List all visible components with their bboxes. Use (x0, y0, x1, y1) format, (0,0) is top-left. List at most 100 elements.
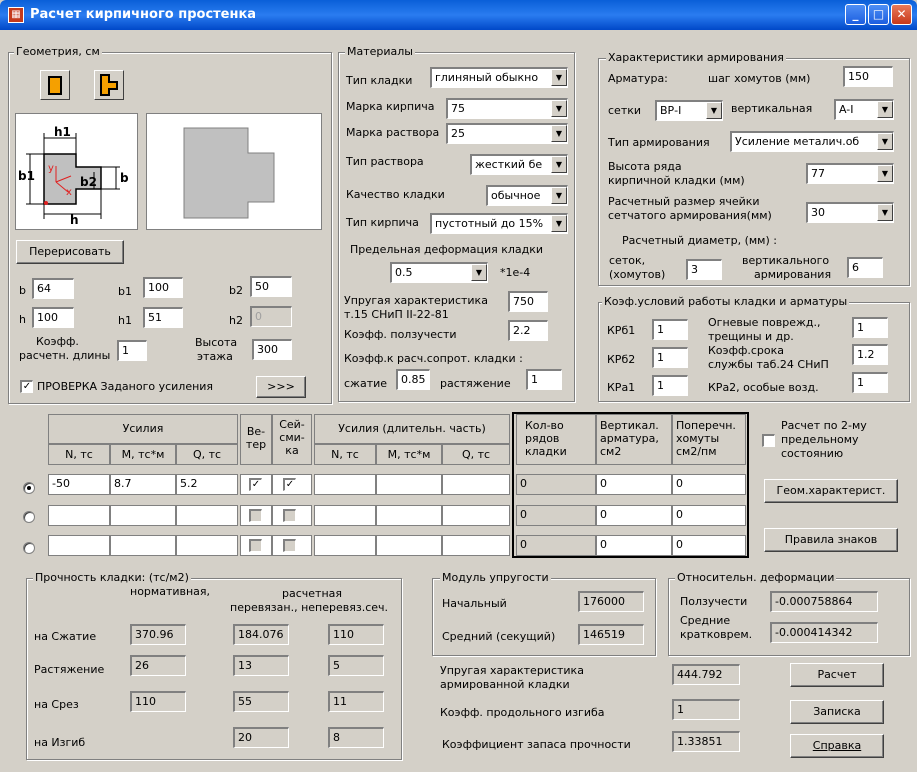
shape-t-button[interactable] (94, 70, 124, 100)
force-m2-cell[interactable] (376, 535, 442, 556)
calculate-button[interactable]: Расчет (790, 663, 884, 687)
wind-checkbox[interactable] (249, 509, 262, 522)
force-q2-cell[interactable] (442, 505, 510, 526)
masonry-type-select[interactable]: глиняный обыкно ▼ (430, 67, 568, 88)
minimize-button[interactable]: _ (845, 4, 866, 25)
floor-height-input[interactable]: 300 (252, 339, 292, 360)
long-forces-header: Усилия (длительн. часть) (314, 414, 510, 444)
force-m2-cell[interactable] (376, 505, 442, 526)
diagram-label-x: x (66, 187, 72, 198)
wind-checkbox[interactable]: ✓ (249, 478, 262, 491)
wind-checkbox[interactable] (249, 539, 262, 552)
kra1-label: КРа1 (607, 381, 636, 394)
strength-tied-value: 20 (233, 727, 289, 748)
fire-input[interactable]: 1 (852, 317, 888, 338)
vert-diam-input[interactable]: 6 (847, 257, 883, 278)
mortar-grade-select[interactable]: 25 ▼ (446, 123, 568, 144)
shape-rect-button[interactable] (40, 70, 70, 100)
wind-cell: ✓ (240, 474, 272, 495)
close-button[interactable]: ✕ (891, 4, 912, 25)
force-m-cell[interactable] (110, 505, 176, 526)
force-n2-cell[interactable] (314, 535, 376, 556)
kra2-label: КРа2, особые возд. (708, 381, 819, 394)
mortar-type-select[interactable]: жесткий бе ▼ (470, 154, 568, 175)
quality-select[interactable]: обычное ▼ (486, 185, 568, 206)
kra2-input[interactable]: 1 (852, 372, 888, 393)
stirrup-step-input[interactable]: 150 (843, 66, 893, 87)
wind-cell (240, 505, 272, 526)
seismic-checkbox[interactable]: ✓ (283, 478, 296, 491)
cell-size-select[interactable]: 30 ▼ (806, 202, 894, 223)
h-input[interactable]: 100 (32, 307, 74, 328)
force-q-cell[interactable] (176, 505, 238, 526)
service-input[interactable]: 1.2 (852, 344, 888, 365)
force-n-cell[interactable] (48, 535, 110, 556)
strength-row-label: на Сжатие (34, 630, 97, 643)
calc-length-label-1: Коэфф. (36, 335, 79, 348)
b-input[interactable]: 64 (32, 278, 74, 299)
force-n2-cell[interactable] (314, 505, 376, 526)
tension-input[interactable]: 1 (526, 369, 562, 390)
mesh-diam-input[interactable]: 3 (686, 259, 722, 280)
sign-rules-button[interactable]: Правила знаков (764, 528, 898, 552)
second-limit-label-3: состоянию (781, 447, 844, 460)
b2-input[interactable]: 50 (250, 276, 292, 297)
help-button[interactable]: Справка (790, 734, 884, 758)
force-m-cell[interactable] (110, 535, 176, 556)
note-button[interactable]: Записка (790, 700, 884, 724)
seismic-checkbox[interactable] (283, 539, 296, 552)
calc-length-input[interactable]: 1 (117, 340, 147, 361)
max-deform-select[interactable]: 0.5 ▼ (390, 262, 488, 283)
kra1-input[interactable]: 1 (652, 375, 688, 396)
elastic-input[interactable]: 750 (508, 291, 548, 312)
row-height-select[interactable]: 77 ▼ (806, 163, 894, 184)
row-radio[interactable] (23, 542, 35, 554)
strength-row-label: на Изгиб (34, 736, 86, 749)
second-limit-label-1: Расчет по 2-му (781, 419, 867, 432)
chevron-down-icon: ▼ (551, 187, 567, 204)
force-q-cell[interactable] (176, 535, 238, 556)
force-n-cell[interactable] (48, 505, 110, 526)
creep-input[interactable]: 2.2 (508, 320, 548, 341)
b1-input[interactable]: 100 (143, 277, 183, 298)
mesh-select[interactable]: ВР-I ▼ (655, 100, 723, 121)
force-q2-cell[interactable] (442, 474, 510, 495)
strength-norm-value: 110 (130, 691, 186, 712)
chevron-down-icon: ▼ (551, 125, 567, 142)
row-radio[interactable] (23, 482, 35, 494)
mesh-diam-label-2: (хомутов) (609, 268, 666, 281)
check-reinforcement-checkbox[interactable]: ✓ (20, 380, 33, 393)
vertical-select[interactable]: A-I ▼ (834, 99, 894, 120)
force-m-cell[interactable]: 8.7 (110, 474, 176, 495)
force-q2-cell[interactable] (442, 535, 510, 556)
reinf-type-select[interactable]: Усиление металич.об ▼ (730, 131, 894, 152)
force-q-cell[interactable]: 5.2 (176, 474, 238, 495)
brick-grade-select[interactable]: 75 ▼ (446, 98, 568, 119)
geom-characteristics-button[interactable]: Геом.характерист. (764, 479, 898, 503)
chevron-down-icon: ▼ (551, 156, 567, 173)
kr61-input[interactable]: 1 (652, 319, 688, 340)
brick-type-select[interactable]: пустотный до 15% ▼ (430, 213, 568, 234)
row-radio[interactable] (23, 511, 35, 523)
maximize-button[interactable]: □ (868, 4, 889, 25)
compress-input[interactable]: 0.85 (396, 369, 430, 390)
cell-size-value: 30 (811, 206, 825, 219)
more-button[interactable]: >>> (256, 376, 306, 398)
h2-input[interactable]: 0 (250, 306, 292, 327)
deform-avg-value: -0.000414342 (770, 622, 878, 643)
check-reinforcement-label: ПРОВЕРКА Заданого усиления (37, 380, 214, 393)
b2-label: b2 (229, 284, 243, 297)
stirrup-step-label: шаг хомутов (мм) (708, 72, 811, 85)
seismic-checkbox[interactable] (283, 509, 296, 522)
h1-input[interactable]: 51 (143, 307, 183, 328)
row-height-label-2: кирпичной кладки (мм) (608, 174, 745, 187)
second-limit-checkbox[interactable] (762, 434, 775, 447)
force-n-cell[interactable]: -50 (48, 474, 110, 495)
kr62-input[interactable]: 1 (652, 347, 688, 368)
mortar-grade-value: 25 (451, 127, 465, 140)
diagram-label-y: y (48, 163, 54, 174)
force-n2-cell[interactable] (314, 474, 376, 495)
force-m2-cell[interactable] (376, 474, 442, 495)
chevron-down-icon: ▼ (877, 133, 893, 150)
redraw-button[interactable]: Перерисовать (16, 240, 124, 264)
